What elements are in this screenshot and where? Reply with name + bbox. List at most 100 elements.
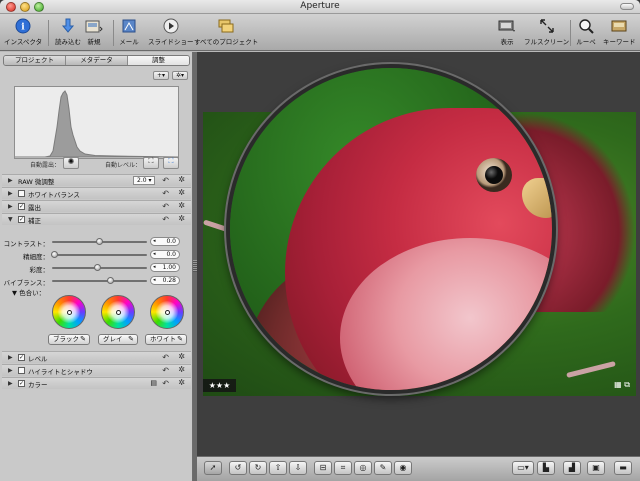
tab-metadata[interactable]: メタデータ: [66, 56, 128, 65]
inspector-button[interactable]: i インスペクタ: [4, 17, 42, 46]
reset-icon[interactable]: ↶: [162, 366, 169, 375]
disclosure-triangle-icon[interactable]: ▶: [8, 367, 13, 374]
enhance-row[interactable]: ▼ ✓ 補正 ↶ ✲: [2, 213, 191, 225]
disclosure-triangle-open-icon[interactable]: ▼: [8, 216, 13, 223]
filmstrip-button[interactable]: ▬: [614, 461, 632, 475]
loupe[interactable]: 100 ▾: [226, 64, 556, 394]
black-tint-wheel[interactable]: [52, 295, 86, 329]
gray-tint-wheel[interactable]: [101, 295, 135, 329]
tint-wheel-handle[interactable]: [116, 310, 121, 315]
disclosure-triangle-icon[interactable]: ▶: [8, 203, 13, 210]
eyedropper-icon: ✎: [177, 335, 183, 343]
gear-icon[interactable]: ✲: [178, 188, 185, 197]
swatch-icon[interactable]: ▤: [150, 379, 157, 387]
tab-adjust[interactable]: 調整: [128, 56, 189, 65]
new-button[interactable]: 新規: [84, 17, 104, 46]
raw-version-select[interactable]: 2.0 ▾: [133, 176, 155, 185]
spot-patch-tool-button[interactable]: ◉: [394, 461, 412, 475]
white-tint-wheel[interactable]: [150, 295, 184, 329]
disclosure-triangle-icon[interactable]: ▶: [8, 177, 13, 184]
browser-view-button[interactable]: ▙: [537, 461, 555, 475]
vibrancy-slider[interactable]: [52, 277, 147, 284]
gear-icon[interactable]: ✲: [178, 214, 185, 223]
retouch-tool-button[interactable]: ✎: [374, 461, 392, 475]
fullscreen-button[interactable]: フルスクリーン: [524, 17, 569, 46]
tab-project[interactable]: プロジェクト: [4, 56, 66, 65]
gear-icon[interactable]: ✲: [178, 365, 185, 374]
lift-tool-button[interactable]: ⇧: [269, 461, 287, 475]
black-eyedropper-button[interactable]: ブラック ✎: [48, 334, 90, 345]
saturation-value-field[interactable]: ◂ 1.00: [150, 263, 180, 272]
toolbar-toggle-button[interactable]: [620, 3, 634, 10]
white-balance-checkbox[interactable]: [18, 190, 25, 197]
reset-icon[interactable]: ↶: [162, 189, 169, 198]
rotate-right-button[interactable]: ↻: [249, 461, 267, 475]
color-checkbox[interactable]: ✓: [18, 380, 25, 387]
auto-levels-luminance-button[interactable]: ⛶: [143, 157, 159, 169]
gear-icon[interactable]: ✲: [178, 175, 185, 184]
down-arrow-icon: [58, 17, 78, 35]
gear-icon[interactable]: ✲: [178, 201, 185, 210]
viewer-only-button[interactable]: ▣: [587, 461, 605, 475]
highlights-shadows-checkbox[interactable]: [18, 367, 25, 374]
white-eyedropper-button[interactable]: ホワイト ✎: [145, 334, 187, 345]
reset-icon[interactable]: ↶: [162, 202, 169, 211]
white-balance-row[interactable]: ▶ ホワイトバランス ↶ ✲: [2, 187, 191, 199]
stepper-arrows-icon: ◂: [153, 238, 156, 244]
split-view-button[interactable]: ▟: [563, 461, 581, 475]
highlights-shadows-row[interactable]: ▶ ハイライトとシャドウ ↶ ✲: [2, 364, 191, 376]
view-button[interactable]: 表示: [497, 17, 517, 46]
slideshow-button[interactable]: スライドショー: [148, 17, 194, 46]
import-button[interactable]: 読み込む: [55, 17, 81, 46]
all-projects-button[interactable]: すべてのプロジェクト: [194, 17, 258, 46]
contrast-slider[interactable]: [52, 238, 147, 245]
keyword-button[interactable]: キーワード: [603, 17, 636, 46]
vibrancy-value-field[interactable]: ◂ 0.28: [150, 276, 180, 285]
rotate-left-button[interactable]: ↺: [229, 461, 247, 475]
reset-icon[interactable]: ↶: [162, 176, 169, 185]
reset-icon[interactable]: ↶: [162, 379, 169, 388]
disclosure-triangle-icon[interactable]: ▶: [8, 190, 13, 197]
redeye-tool-button[interactable]: ◎: [354, 461, 372, 475]
definition-slider[interactable]: [51, 251, 147, 258]
gear-icon[interactable]: ✲: [178, 378, 185, 387]
color-row[interactable]: ▶ ✓ カラー ▤ ↶ ✲: [2, 377, 191, 389]
add-adjustment-button[interactable]: +▾: [153, 71, 169, 80]
loupe-button[interactable]: ルーペ: [576, 17, 596, 46]
tint-disclosure-icon[interactable]: ▼: [12, 289, 17, 297]
window-title: Aperture: [300, 1, 340, 11]
reset-icon[interactable]: ↶: [162, 353, 169, 362]
straighten-tool-button[interactable]: ⊟: [314, 461, 332, 475]
raw-fine-tuning-row[interactable]: ▶ RAW 微調整 2.0 ▾ ↶ ✲: [2, 174, 191, 186]
contrast-value-field[interactable]: ◂ 0.0: [150, 237, 180, 246]
stepper-arrows-icon: ◂: [153, 277, 156, 283]
crop-tool-button[interactable]: ⌗: [334, 461, 352, 475]
saturation-slider[interactable]: [52, 264, 147, 271]
stamp-tool-button[interactable]: ⇩: [289, 461, 307, 475]
gear-icon[interactable]: ✲: [178, 352, 185, 361]
vibrancy-slider-knob[interactable]: [107, 277, 114, 284]
adjust-settings-button[interactable]: ✲▾: [172, 71, 188, 80]
image-viewer[interactable]: ★★★ ▦ ⧉ 100 ▾: [197, 52, 640, 456]
disclosure-triangle-icon[interactable]: ▶: [8, 354, 13, 361]
reset-icon[interactable]: ↶: [162, 215, 169, 224]
vibrancy-slider-row: バイブランス： ◂ 0.28: [0, 275, 192, 287]
tint-wheel-handle[interactable]: [67, 310, 72, 315]
tint-wheel-handle[interactable]: [165, 310, 170, 315]
auto-levels-rgb-button[interactable]: ⛶: [163, 157, 179, 169]
selection-tool-button[interactable]: ➚: [204, 461, 222, 475]
mail-button[interactable]: メール: [119, 17, 139, 46]
auto-exposure-button[interactable]: ✺: [63, 157, 79, 169]
levels-checkbox[interactable]: ✓: [18, 354, 25, 361]
saturation-slider-knob[interactable]: [94, 264, 101, 271]
exposure-row[interactable]: ▶ ✓ 露出 ↶ ✲: [2, 200, 191, 212]
definition-value-field[interactable]: ◂ 0.0: [150, 250, 180, 259]
disclosure-triangle-icon[interactable]: ▶: [8, 380, 13, 387]
contrast-slider-knob[interactable]: [96, 238, 103, 245]
viewer-mode-button[interactable]: ▭▾: [512, 461, 534, 475]
levels-row[interactable]: ▶ ✓ レベル ↶ ✲: [2, 351, 191, 363]
enhance-checkbox[interactable]: ✓: [18, 216, 25, 223]
exposure-checkbox[interactable]: ✓: [18, 203, 25, 210]
gray-eyedropper-button[interactable]: グレイ ✎: [98, 334, 138, 345]
definition-slider-knob[interactable]: [51, 251, 58, 258]
